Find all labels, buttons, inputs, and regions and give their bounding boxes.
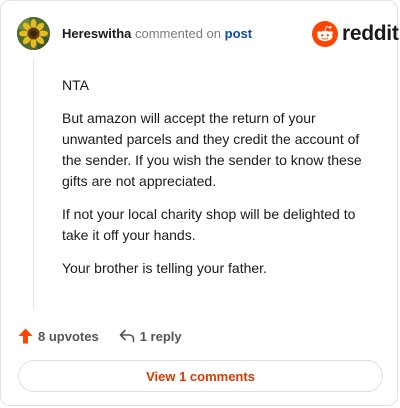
comment-paragraph: NTA [62, 77, 89, 93]
comment-body: NTA But amazon will accept the return of… [62, 75, 372, 291]
view-comments-button[interactable]: View 1 comments [18, 360, 383, 392]
upvote-arrow-icon [18, 328, 33, 344]
reddit-snoo-icon [312, 21, 338, 47]
comment-actions: 8 upvotes 1 reply [18, 327, 182, 345]
comment-paragraph: But amazon will accept the return of you… [62, 110, 362, 189]
comment-card: Hereswitha commented on post reddit NTA … [0, 0, 399, 406]
view-comments-label: View 1 comments [146, 368, 255, 384]
reply-button[interactable]: 1 reply [119, 329, 182, 344]
reply-count: 1 reply [139, 328, 182, 344]
reddit-logo[interactable]: reddit [312, 21, 399, 47]
reply-arrow-icon [119, 329, 134, 343]
comment-header: Hereswitha commented on post [62, 26, 252, 42]
post-link[interactable]: post [225, 26, 252, 41]
comment-paragraph: If not your local charity shop will be d… [62, 206, 356, 243]
sunflower-avatar-icon [17, 17, 50, 50]
upvote-button[interactable]: 8 upvotes [18, 328, 99, 344]
avatar[interactable] [17, 17, 50, 50]
comment-paragraph: Your brother is telling your father. [62, 260, 267, 276]
commented-on-text: commented on [135, 26, 221, 41]
upvote-count: 8 upvotes [38, 328, 99, 344]
reddit-wordmark: reddit [342, 22, 399, 45]
thread-line [33, 59, 34, 309]
username[interactable]: Hereswitha [62, 26, 131, 41]
